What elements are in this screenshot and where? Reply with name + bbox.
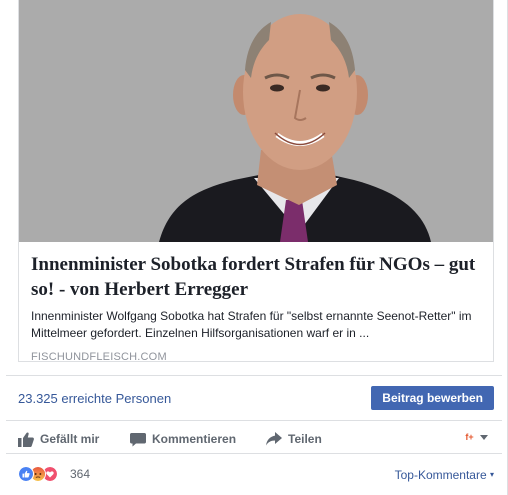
comment-button[interactable]: Kommentieren bbox=[130, 430, 236, 448]
like-label: Gefällt mir bbox=[40, 432, 100, 446]
comment-icon bbox=[130, 432, 146, 446]
reach-count-link[interactable]: 23.325 erreichte Personen bbox=[18, 391, 171, 406]
post-actions-bar: Gefällt mir Kommentieren Teilen f+ bbox=[6, 422, 502, 454]
link-preview-text: Innenminister Sobotka fordert Strafen fü… bbox=[31, 252, 483, 363]
page-identity-selector[interactable]: f+ bbox=[462, 431, 488, 444]
link-preview-image[interactable] bbox=[19, 0, 493, 242]
link-domain: FISCHUNDFLEISCH.COM bbox=[31, 351, 167, 363]
link-preview-card[interactable]: Innenminister Sobotka fordert Strafen fü… bbox=[18, 0, 494, 363]
link-title[interactable]: Innenminister Sobotka fordert Strafen fü… bbox=[31, 252, 483, 302]
reach-bar: 23.325 erreichte Personen Beitrag bewerb… bbox=[6, 375, 502, 421]
like-reaction-icon bbox=[18, 466, 34, 482]
boost-post-button[interactable]: Beitrag bewerben bbox=[371, 386, 494, 410]
page-avatar-icon: f+ bbox=[465, 432, 474, 442]
reactions-bar: 364 Top-Kommentare ▾ bbox=[6, 458, 502, 490]
top-comments-label: Top-Kommentare bbox=[394, 468, 487, 482]
comment-label: Kommentieren bbox=[152, 432, 237, 446]
like-button[interactable]: Gefällt mir bbox=[18, 430, 99, 448]
facebook-post: Innenminister Sobotka fordert Strafen fü… bbox=[0, 0, 508, 495]
portrait-photo bbox=[19, 0, 493, 242]
top-comments-dropdown[interactable]: Top-Kommentare ▾ bbox=[395, 468, 494, 482]
share-button[interactable]: Teilen bbox=[266, 430, 322, 448]
share-label: Teilen bbox=[288, 432, 322, 446]
reaction-icons[interactable] bbox=[18, 466, 70, 482]
thumbs-up-icon bbox=[18, 432, 34, 447]
dropdown-triangle-icon: ▾ bbox=[489, 470, 494, 479]
chevron-down-icon bbox=[480, 435, 488, 440]
share-arrow-icon bbox=[266, 432, 282, 446]
reaction-count[interactable]: 364 bbox=[70, 467, 90, 481]
link-description: Innenminister Wolfgang Sobotka hat Straf… bbox=[31, 309, 472, 340]
